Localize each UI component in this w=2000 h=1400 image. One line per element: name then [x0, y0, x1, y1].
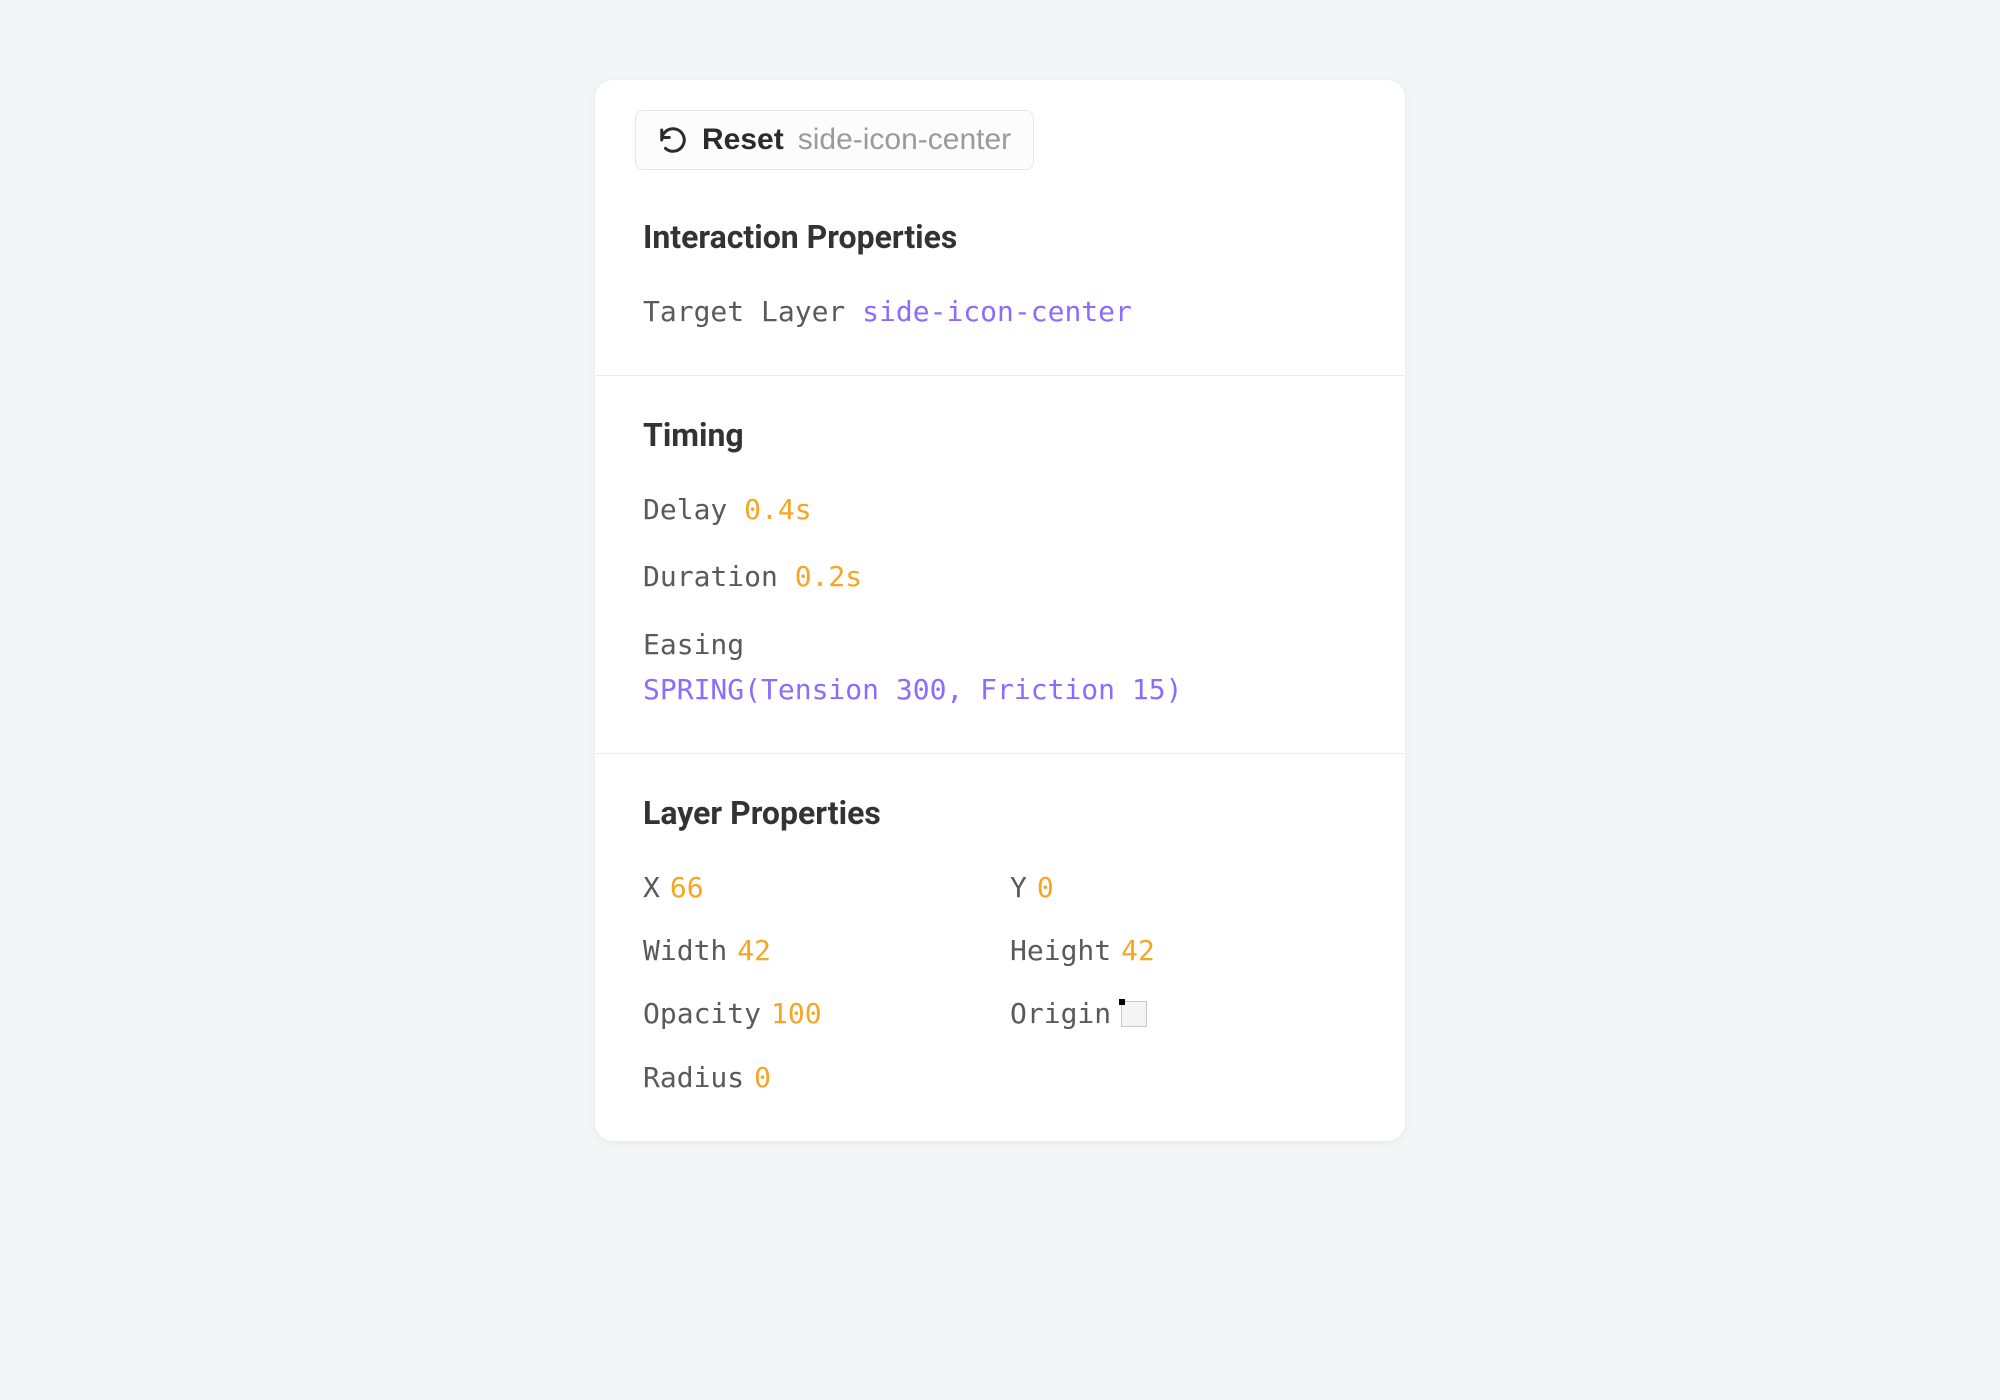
- easing-label: Easing: [643, 625, 1357, 664]
- opacity-value: 100: [771, 994, 822, 1033]
- reset-button[interactable]: Reset side-icon-center: [635, 110, 1034, 170]
- origin-picker-icon[interactable]: [1121, 1001, 1147, 1027]
- properties-panel: Reset side-icon-center Interaction Prope…: [595, 80, 1405, 1141]
- opacity-row[interactable]: Opacity 100: [643, 994, 990, 1033]
- reset-section: Reset side-icon-center: [595, 80, 1405, 170]
- delay-value: 0.4s: [744, 493, 811, 526]
- width-row[interactable]: Width 42: [643, 931, 990, 970]
- delay-row[interactable]: Delay 0.4s: [643, 490, 1357, 529]
- reset-label: Reset: [702, 123, 784, 157]
- target-layer-row[interactable]: Target Layer side-icon-center: [643, 292, 1357, 331]
- interaction-title: Interaction Properties: [643, 218, 1357, 256]
- duration-label: Duration: [643, 560, 778, 593]
- timing-section: Timing Delay 0.4s Duration 0.2s Easing S…: [595, 376, 1405, 754]
- width-label: Width: [643, 931, 727, 970]
- timing-title: Timing: [643, 416, 1357, 454]
- origin-row[interactable]: Origin: [1010, 994, 1357, 1033]
- duration-value: 0.2s: [795, 560, 862, 593]
- x-label: X: [643, 868, 660, 907]
- x-value: 66: [670, 868, 704, 907]
- y-label: Y: [1010, 868, 1027, 907]
- height-value: 42: [1121, 931, 1155, 970]
- reset-target: side-icon-center: [798, 123, 1011, 157]
- delay-label: Delay: [643, 493, 727, 526]
- easing-value: SPRING(Tension 300, Friction 15): [643, 673, 1182, 706]
- opacity-label: Opacity: [643, 994, 761, 1033]
- x-row[interactable]: X 66: [643, 868, 990, 907]
- target-layer-label: Target Layer: [643, 295, 845, 328]
- target-layer-value: side-icon-center: [862, 295, 1132, 328]
- height-label: Height: [1010, 931, 1111, 970]
- easing-row[interactable]: Easing SPRING(Tension 300, Friction 15): [643, 625, 1357, 709]
- width-value: 42: [737, 931, 771, 970]
- layer-title: Layer Properties: [643, 794, 1357, 832]
- y-row[interactable]: Y 0: [1010, 868, 1357, 907]
- y-value: 0: [1037, 868, 1054, 907]
- duration-row[interactable]: Duration 0.2s: [643, 557, 1357, 596]
- layer-section: Layer Properties X 66 Y 0 Width 42 Heigh…: [595, 754, 1405, 1141]
- interaction-section: Interaction Properties Target Layer side…: [595, 170, 1405, 376]
- radius-row[interactable]: Radius 0: [643, 1058, 990, 1097]
- height-row[interactable]: Height 42: [1010, 931, 1357, 970]
- origin-label: Origin: [1010, 994, 1111, 1033]
- refresh-icon: [658, 125, 688, 155]
- radius-label: Radius: [643, 1058, 744, 1097]
- radius-value: 0: [754, 1058, 771, 1097]
